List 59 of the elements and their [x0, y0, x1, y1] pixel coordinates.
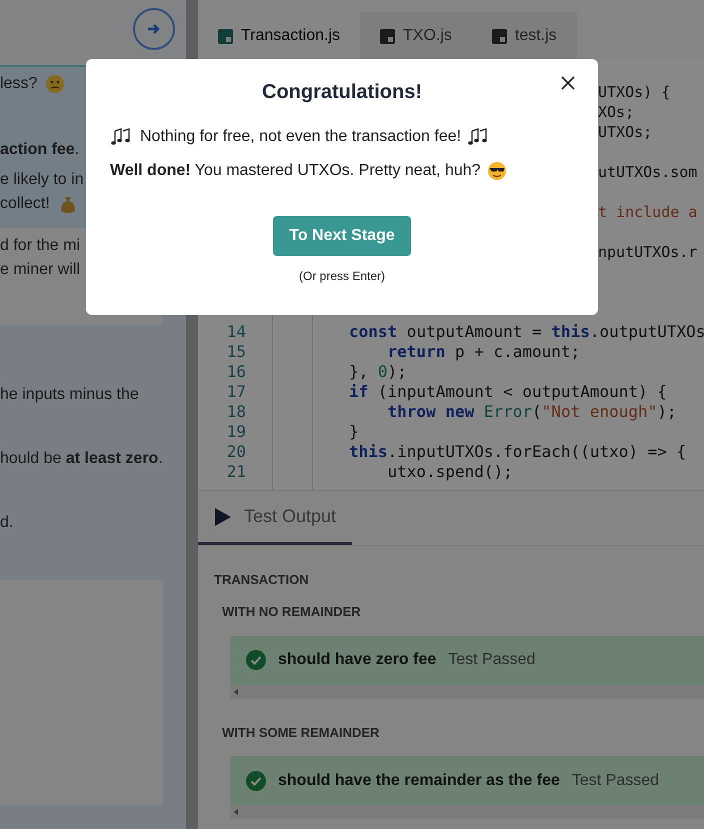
code-line: throw new Error("Not enough"); — [386, 402, 677, 422]
file-tab[interactable]: Transaction.js — [198, 12, 360, 60]
line-number: 21 — [226, 462, 246, 482]
line-number: 20 — [226, 442, 246, 462]
code-line: } — [349, 422, 359, 442]
dialog-message: Nothing for free, not even the transaction fee! — [140, 127, 462, 147]
close-icon — [561, 76, 575, 90]
instruction-text: action fee. — [0, 140, 80, 160]
next-arrow-button[interactable] — [133, 8, 175, 50]
check-circle-icon — [246, 770, 266, 790]
test-status: Test Passed — [572, 770, 660, 790]
line-number: 17 — [226, 382, 246, 402]
code-line: return p + c.amount; — [386, 342, 580, 362]
group-heading: WITH NO REMAINDER — [222, 603, 362, 621]
line-number: 14 — [226, 322, 246, 342]
code-line: this.inputUTXOs.forEach((utxo) => { — [349, 442, 686, 462]
suite-heading: TRANSACTION — [214, 571, 310, 586]
group-heading: WITH SOME REMAINDER — [222, 724, 380, 742]
horizontal-scrollbar[interactable] — [230, 684, 704, 698]
dialog-message: Well done! You mastered UTXOs. Pretty neat, huh? — [110, 161, 481, 181]
keyboard-hint: (Or press Enter) — [298, 268, 385, 285]
line-number: 16 — [226, 362, 246, 382]
panel-title[interactable]: Test Output — [244, 503, 336, 530]
test-name: should have the remainder as the fee — [278, 770, 560, 790]
dialog-title: Congratulations! — [262, 80, 422, 105]
file-icon — [380, 28, 395, 44]
horizontal-scrollbar[interactable] — [230, 805, 704, 819]
play-icon — [214, 506, 232, 526]
code-line: t include a — [598, 202, 698, 222]
instruction-text: e miner will — [0, 260, 80, 280]
instruction-text: he inputs minus the — [0, 385, 139, 405]
test-name: should have zero fee — [278, 650, 436, 670]
code-line: const outputAmount = this.outputUTXOs — [349, 322, 704, 342]
file-icon — [492, 28, 507, 44]
code-line: utxo.spend(); — [386, 462, 513, 482]
scroll-left-icon[interactable] — [234, 809, 239, 815]
instruction-text: less? — [0, 74, 38, 94]
code-line: XOs; — [598, 102, 634, 122]
arrow-right-icon — [147, 23, 161, 35]
file-icon — [218, 28, 233, 44]
instruction-text: collect! — [0, 194, 50, 214]
code-line: UTXOs; — [598, 122, 652, 142]
sunglasses-face-icon — [486, 161, 507, 181]
line-number: 15 — [226, 342, 246, 362]
instruction-text: d for the mi — [0, 236, 80, 256]
instruction-text: e likely to in — [0, 170, 84, 190]
line-number: 18 — [226, 402, 246, 422]
code-line: nputUTXOs.r — [598, 242, 698, 262]
instruction-text: hould be at least zero. — [0, 449, 163, 469]
next-stage-button[interactable]: To Next Stage — [273, 216, 411, 256]
instruction-text: d. — [0, 513, 14, 533]
line-number: 19 — [226, 422, 246, 442]
code-line: if (inputAmount < outputAmount) { — [349, 382, 667, 402]
scroll-left-icon[interactable] — [234, 688, 239, 694]
code-line: }, 0); — [349, 362, 407, 382]
test-status: Test Passed — [448, 650, 536, 670]
check-circle-icon — [246, 650, 266, 670]
code-line: UTXOs) { — [598, 82, 670, 102]
code-line: utUTXOs.som — [598, 162, 698, 182]
